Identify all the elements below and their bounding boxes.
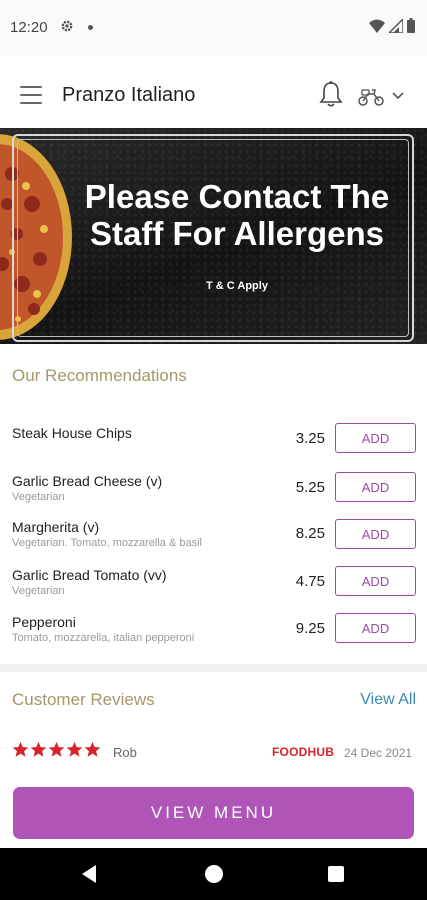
reviewer-name: Rob (113, 745, 137, 760)
banner-terms: T & C Apply (206, 280, 268, 292)
banner-title-line: Please Contact The (84, 178, 390, 215)
add-button[interactable]: ADD (335, 423, 416, 453)
item-price: 4.75 (295, 573, 325, 590)
star-icon (30, 741, 47, 757)
star-icon (66, 741, 83, 757)
item-price: 9.25 (295, 620, 325, 637)
item-description: Vegetarian (12, 585, 65, 597)
section-divider (0, 664, 427, 672)
item-price: 3.25 (295, 430, 325, 447)
item-name: Margherita (v) (12, 519, 100, 535)
item-price: 5.25 (295, 479, 325, 496)
gear-icon (61, 20, 73, 32)
app-header: Pranzo Italiano (0, 56, 427, 128)
list-item: Pepperoni Tomato, mozzarella, italian pe… (0, 613, 427, 654)
add-button[interactable]: ADD (335, 519, 416, 549)
star-icon (12, 741, 29, 757)
status-icons (369, 18, 415, 33)
item-description: Vegetarian. Tomato, mozzarella & basil (12, 537, 202, 549)
banner-title: Please Contact The Staff For Allergens (62, 178, 412, 252)
home-icon[interactable] (205, 865, 223, 883)
item-name: Garlic Bread Cheese (v) (12, 473, 163, 489)
rating-stars (12, 741, 101, 758)
recommendations-title: Our Recommendations (12, 366, 187, 385)
list-item: Steak House Chips 3.25 ADD (0, 423, 427, 465)
review-date: 24 Dec 2021 (344, 746, 413, 760)
dot-icon (88, 25, 93, 30)
back-icon[interactable] (80, 864, 98, 884)
menu-icon[interactable] (20, 86, 42, 104)
foodhub-logo: FOODHUB (272, 745, 335, 759)
add-button[interactable]: ADD (335, 613, 416, 643)
list-item: Garlic Bread Tomato (vv) Vegetarian 4.75… (0, 566, 427, 607)
item-name: Steak House Chips (12, 425, 132, 441)
status-time: 12:20 (10, 19, 48, 36)
status-bar: 12:20 (0, 0, 427, 56)
delivery-mode-selector[interactable] (358, 84, 414, 108)
system-nav-bar (0, 848, 427, 900)
item-name: Pepperoni (12, 614, 76, 630)
view-menu-button[interactable]: VIEW MENU (13, 787, 414, 839)
recents-icon[interactable] (328, 866, 344, 882)
bell-icon[interactable] (318, 80, 344, 108)
add-button[interactable]: ADD (335, 472, 416, 502)
item-name: Garlic Bread Tomato (vv) (12, 567, 167, 583)
banner-title-line: Staff For Allergens (90, 215, 384, 252)
star-icon (84, 741, 101, 757)
add-button[interactable]: ADD (335, 566, 416, 596)
promo-banner[interactable]: Please Contact The Staff For Allergens T… (0, 128, 427, 344)
item-description: Tomato, mozzarella, italian pepperoni (12, 632, 195, 644)
list-item: Garlic Bread Cheese (v) Vegetarian 5.25 … (0, 472, 427, 513)
view-all-link[interactable]: View All (360, 691, 416, 709)
list-item: Margherita (v) Vegetarian. Tomato, mozza… (0, 519, 427, 559)
scooter-icon (358, 89, 384, 106)
reviews-title: Customer Reviews (12, 690, 155, 709)
wifi-icon (369, 19, 385, 33)
app-title: Pranzo Italiano (62, 84, 196, 106)
item-description: Vegetarian (12, 491, 65, 503)
signal-icon (389, 18, 403, 33)
item-price: 8.25 (295, 525, 325, 542)
star-icon (48, 741, 65, 757)
battery-icon (407, 18, 415, 33)
chevron-down-icon (392, 92, 404, 100)
